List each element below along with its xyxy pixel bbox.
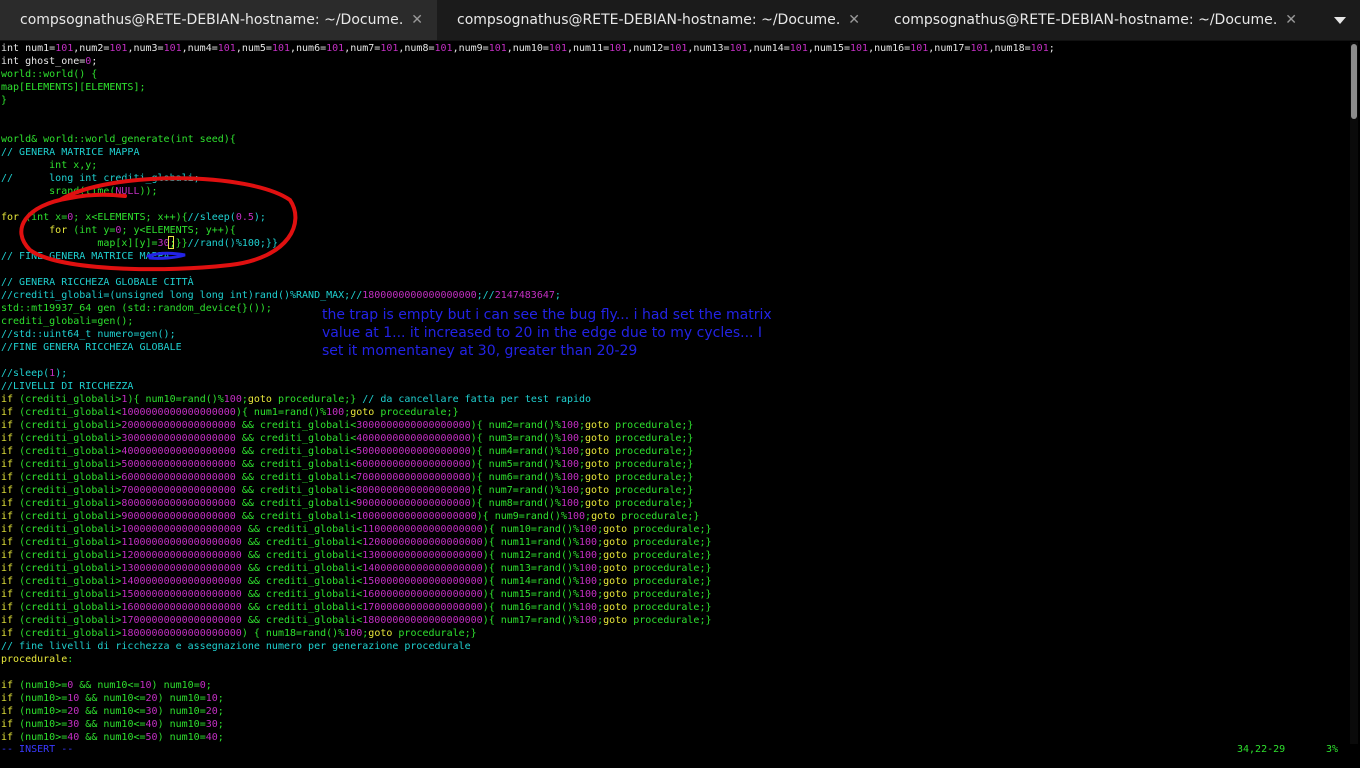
annotation-overlay [19, 176, 298, 272]
scribble-mark [146, 251, 186, 260]
highlight-circle [19, 176, 298, 272]
annotation-text: the trap is empty but i can see the bug … [322, 307, 772, 359]
